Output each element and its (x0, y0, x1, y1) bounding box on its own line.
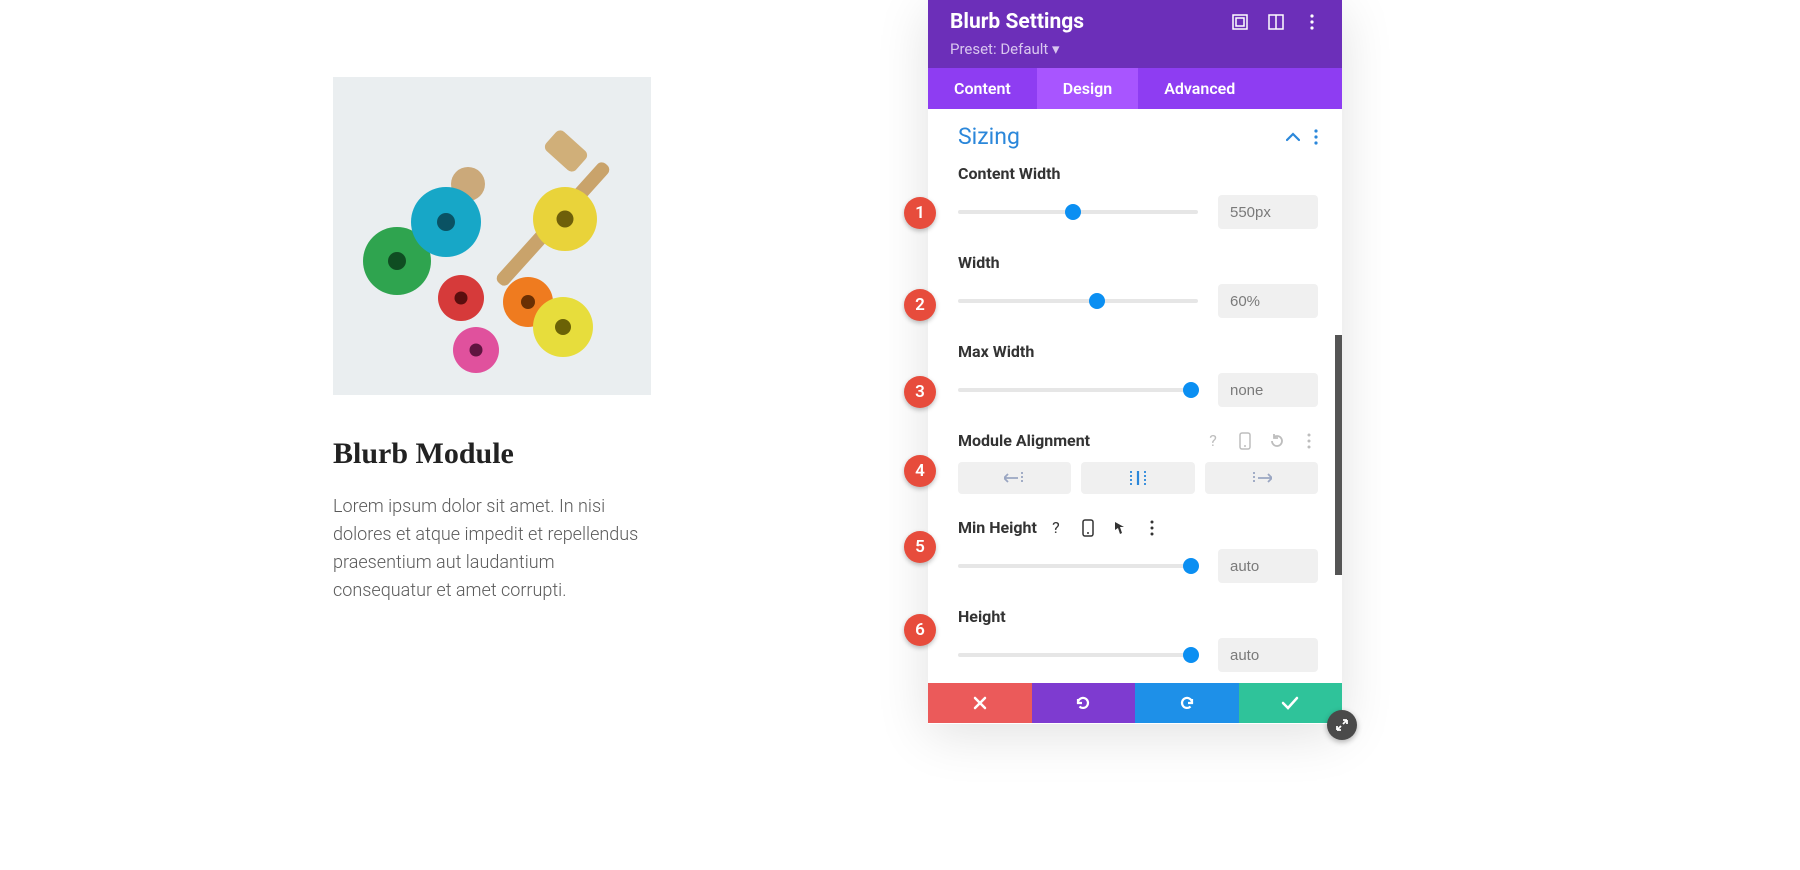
slider-min-height[interactable] (958, 556, 1198, 576)
phone-icon[interactable] (1236, 432, 1254, 450)
help-icon[interactable]: ? (1204, 432, 1222, 450)
label-height: Height (958, 607, 1006, 626)
input-min-height[interactable] (1218, 549, 1318, 583)
help-icon[interactable]: ? (1047, 519, 1065, 537)
tab-content[interactable]: Content (928, 68, 1037, 109)
responsive-icon[interactable] (1268, 14, 1284, 30)
panel-title: Blurb Settings (950, 10, 1084, 34)
align-left-button[interactable] (958, 462, 1071, 494)
panel-body: Sizing Content Width (928, 109, 1342, 724)
decorative-shape (411, 187, 481, 257)
input-max-width[interactable] (1218, 373, 1318, 407)
section-menu-icon[interactable] (1314, 129, 1318, 145)
expand-fab[interactable] (1327, 710, 1357, 740)
decorative-shape (438, 275, 484, 321)
save-button[interactable] (1239, 683, 1343, 723)
chevron-up-icon[interactable] (1286, 132, 1300, 142)
blurb-title: Blurb Module (333, 437, 653, 471)
hover-icon[interactable] (1111, 519, 1129, 537)
preset-dropdown[interactable]: Preset: Default ▾ (950, 40, 1320, 58)
decorative-shape (533, 297, 593, 357)
settings-panel: Blurb Settings Preset: Default ▾ Content… (928, 0, 1342, 724)
field-module-alignment: Module Alignment ? (958, 431, 1318, 494)
align-right-button[interactable] (1205, 462, 1318, 494)
slider-content-width[interactable] (958, 202, 1198, 222)
expand-icon[interactable] (1232, 14, 1248, 30)
annotation-badge-6: 6 (904, 614, 936, 646)
phone-icon[interactable] (1079, 519, 1097, 537)
decorative-shape (542, 128, 589, 174)
annotation-badge-3: 3 (904, 376, 936, 408)
more-icon[interactable] (1300, 432, 1318, 450)
field-width: Width (958, 253, 1318, 318)
undo-button[interactable] (1032, 683, 1136, 723)
slider-max-width[interactable] (958, 380, 1198, 400)
field-min-height: Min Height ? (958, 518, 1318, 583)
annotation-badge-2: 2 (904, 289, 936, 321)
field-height: Height (958, 607, 1318, 672)
field-max-width: Max Width (958, 342, 1318, 407)
input-content-width[interactable] (1218, 195, 1318, 229)
annotation-badge-4: 4 (904, 455, 936, 487)
more-icon[interactable] (1304, 14, 1320, 30)
section-title-sizing[interactable]: Sizing (958, 123, 1020, 150)
align-center-button[interactable] (1081, 462, 1194, 494)
field-content-width: Content Width (958, 164, 1318, 229)
panel-tabs: Content Design Advanced (928, 68, 1342, 109)
scrollbar[interactable] (1335, 335, 1342, 575)
tab-advanced[interactable]: Advanced (1138, 68, 1261, 109)
annotation-badge-5: 5 (904, 531, 936, 563)
panel-footer (928, 683, 1342, 723)
panel-header: Blurb Settings Preset: Default ▾ (928, 0, 1342, 68)
reset-icon[interactable] (1268, 432, 1286, 450)
decorative-shape (533, 187, 597, 251)
blurb-preview: Blurb Module Lorem ipsum dolor sit amet.… (333, 77, 653, 605)
slider-height[interactable] (958, 645, 1198, 665)
label-module-alignment: Module Alignment (958, 431, 1090, 450)
input-height[interactable] (1218, 638, 1318, 672)
slider-width[interactable] (958, 291, 1198, 311)
annotation-badge-1: 1 (904, 197, 936, 229)
tab-design[interactable]: Design (1037, 68, 1138, 109)
label-max-width: Max Width (958, 342, 1034, 361)
cancel-button[interactable] (928, 683, 1032, 723)
blurb-body: Lorem ipsum dolor sit amet. In nisi dolo… (333, 493, 653, 605)
input-width[interactable] (1218, 284, 1318, 318)
label-min-height: Min Height (958, 518, 1037, 537)
label-width: Width (958, 253, 1000, 272)
more-icon[interactable] (1143, 519, 1161, 537)
redo-button[interactable] (1135, 683, 1239, 723)
blurb-image (333, 77, 651, 395)
label-content-width: Content Width (958, 164, 1061, 183)
decorative-shape (453, 327, 499, 373)
